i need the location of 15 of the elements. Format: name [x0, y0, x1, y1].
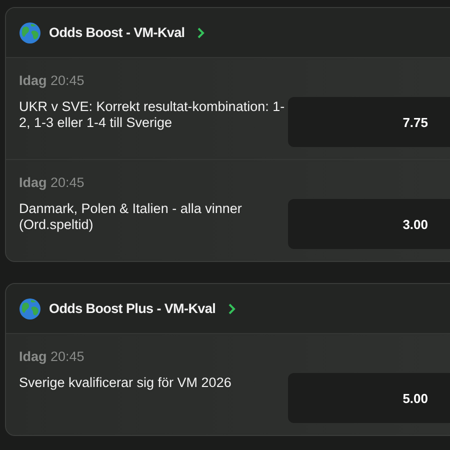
chevron-icon[interactable]	[196, 26, 205, 38]
event-time: Idag 20:45	[19, 175, 86, 190]
event-time: Idag 20:45	[19, 73, 86, 88]
event-time: Idag 20:45	[19, 349, 86, 364]
odds-button[interactable]: 7.75	[288, 97, 450, 147]
odds-button[interactable]: 3.00	[288, 199, 450, 249]
bet-description: Danmark, Polen & Italien - alla vinner (Ord.speltid)	[19, 201, 243, 233]
bet-description: UKR v SVE: Korrekt resultat-kombination: 1-2, 1-3 eller 1-4 till Sverige	[19, 99, 286, 131]
chevron-icon[interactable]	[228, 302, 236, 314]
odds-button[interactable]: 5.00	[288, 373, 450, 423]
bet-description: Sverige kvalificerar sig för VM 2026	[19, 375, 232, 391]
globe-icon	[19, 298, 41, 320]
globe-icon	[19, 22, 41, 44]
section-title[interactable]: Odds Boost - VM-Kval	[49, 25, 185, 40]
section-title[interactable]: Odds Boost Plus - VM-Kval	[49, 301, 216, 316]
